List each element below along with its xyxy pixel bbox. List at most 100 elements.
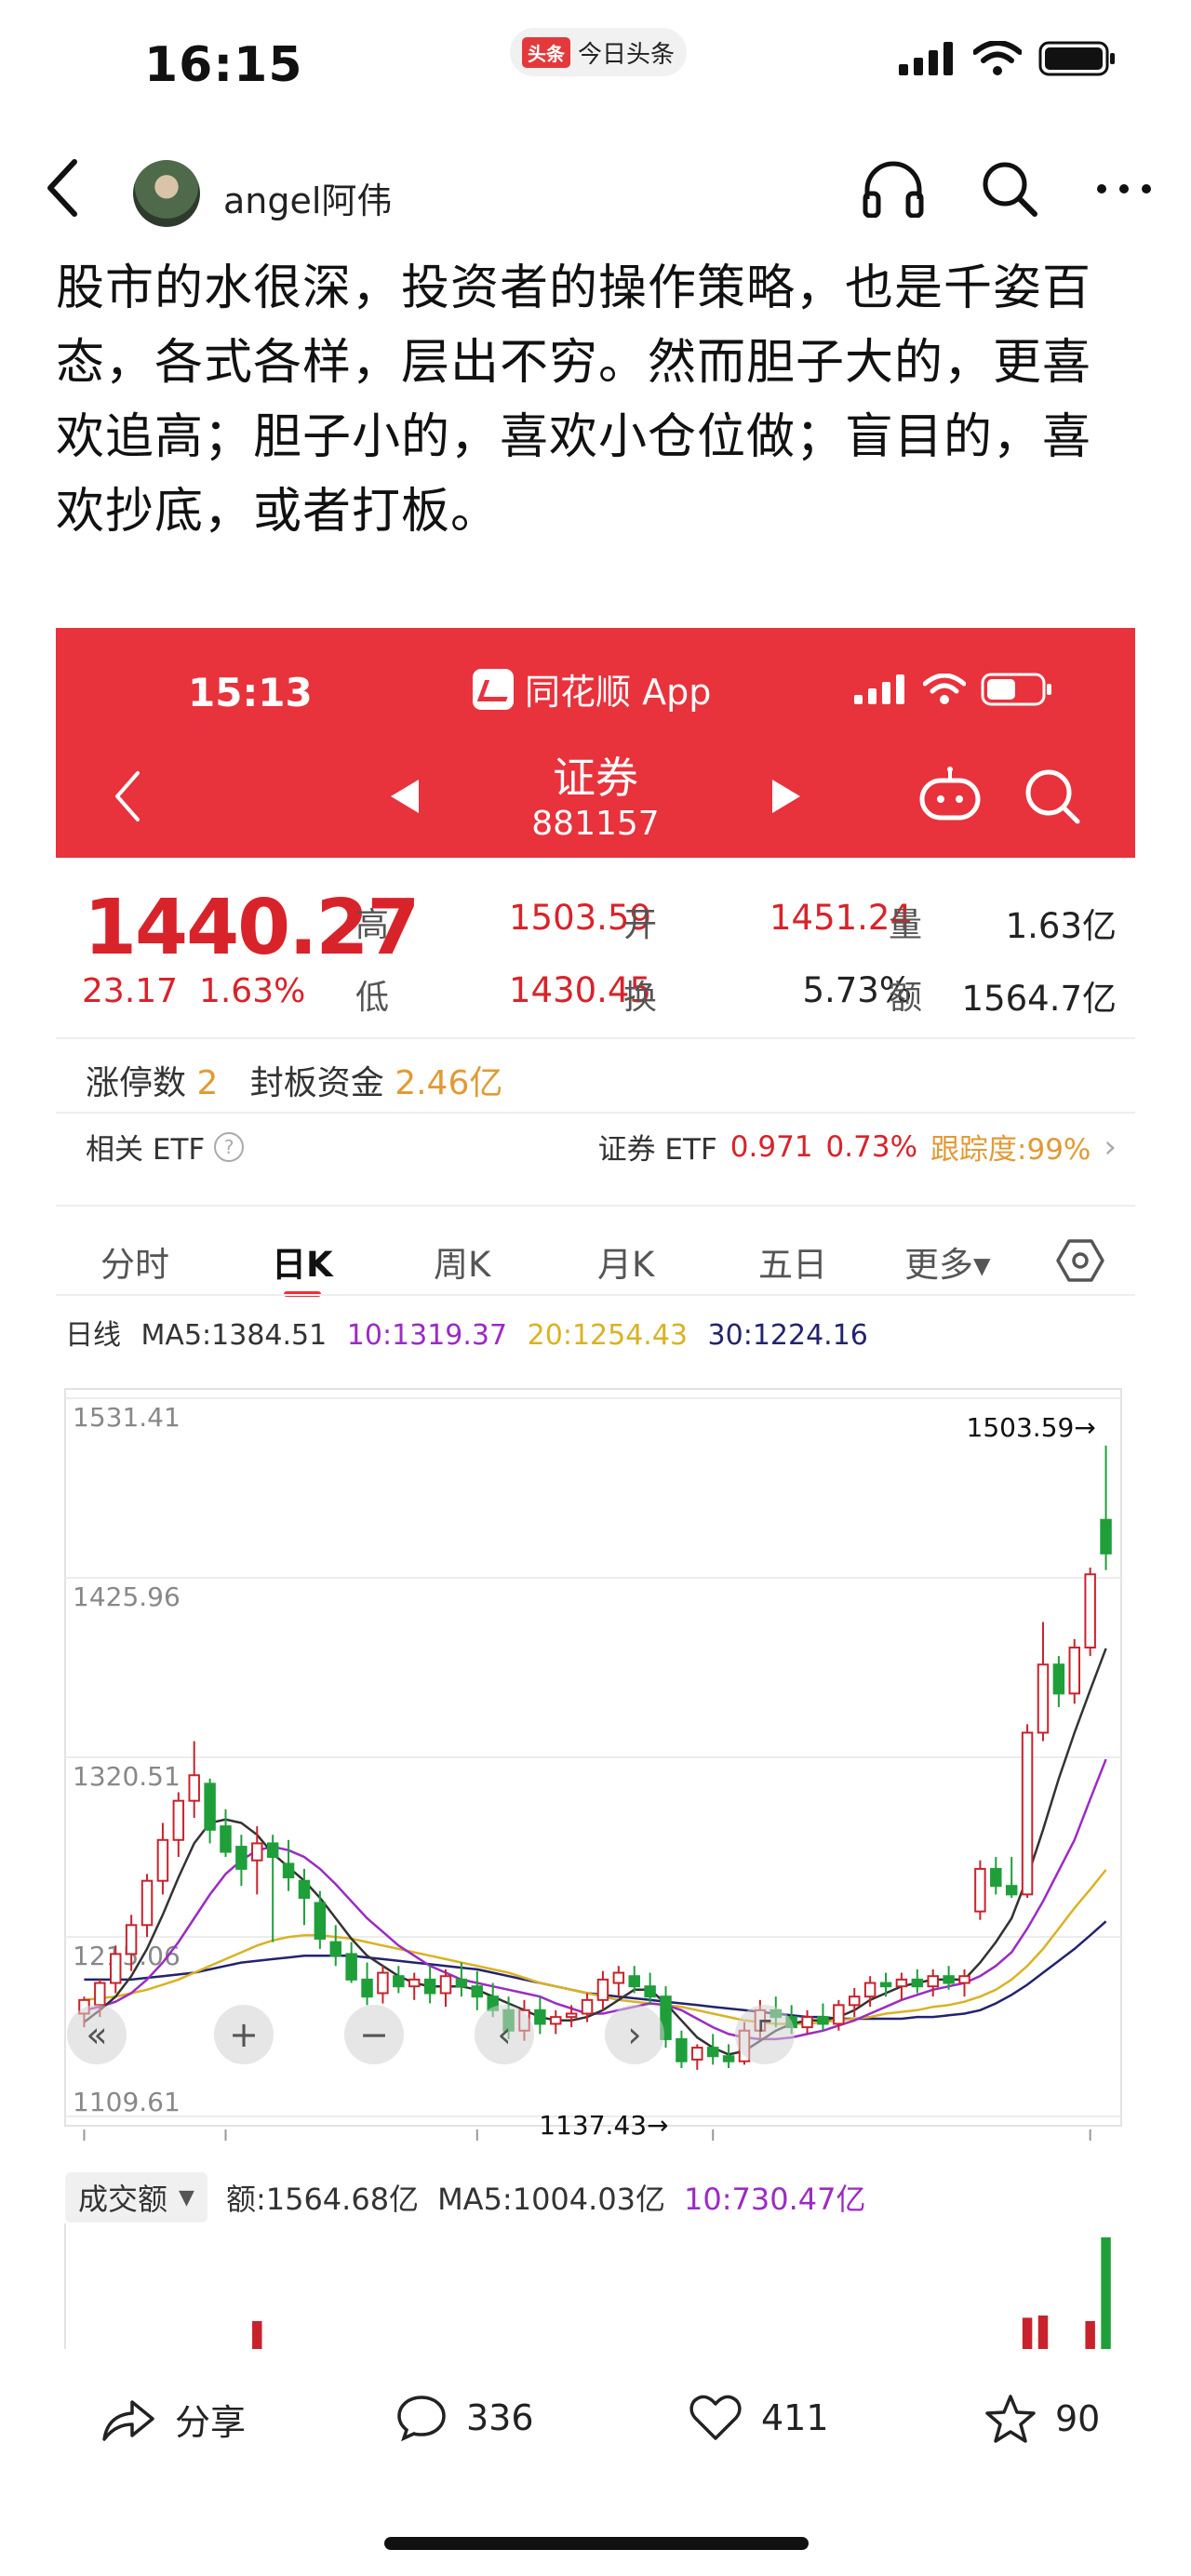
candle-body [439, 1975, 452, 1995]
candle-body [172, 1799, 185, 1841]
candle-body [927, 1975, 939, 1988]
turnover-label: 换 [623, 979, 658, 1017]
candle-body [911, 1978, 924, 1988]
candle-body [204, 1782, 216, 1831]
heart-icon [689, 2395, 742, 2440]
comment-button[interactable]: 336 [395, 2394, 534, 2442]
volume-ma5: MA5:1004.03亿 [437, 2182, 666, 2217]
x-tick-label: 08-04 [1053, 2159, 1129, 2163]
etf-info[interactable]: 证券 ETF 0.971 0.73% 跟踪度:99% › [598, 1126, 1117, 1168]
signal-icon [899, 42, 953, 75]
candle-body [1005, 1885, 1018, 1896]
candle-body [833, 2004, 845, 2025]
search-icon[interactable] [981, 160, 1038, 218]
tab-weekly-k[interactable]: 周K [434, 1236, 490, 1287]
tab-daily-k[interactable]: 日K [272, 1236, 333, 1287]
candle-body [361, 1978, 373, 1998]
embedded-screenshot[interactable]: 15:13 同花顺 App 证券 881157 1440.27 23.17 1.… [56, 628, 1135, 2349]
prev-stock-icon[interactable] [391, 780, 419, 813]
ma10-line [84, 1758, 1107, 2041]
app-header: 15:13 同花顺 App 证券 881157 [56, 628, 1135, 858]
app-name-label: 同花顺 App [525, 672, 712, 713]
home-indicator[interactable] [384, 2537, 809, 2550]
divider [56, 1294, 1135, 1296]
y-tick-label: 1320.51 [73, 1761, 181, 1792]
amount-value: 1564.7亿 [961, 979, 1117, 1019]
y-tick-label: 1109.61 [73, 2087, 181, 2117]
candle-body [125, 1924, 138, 1955]
candle-body [817, 2016, 829, 2025]
open-label: 开 [623, 906, 658, 944]
zoom-out-icon[interactable]: − [344, 2005, 404, 2064]
change-abs: 23.17 [82, 972, 179, 1010]
search-icon[interactable] [1024, 767, 1081, 825]
candle-body [596, 1978, 609, 2001]
robot-icon[interactable] [917, 766, 984, 823]
max-annotation: 1503.59→ [967, 1412, 1096, 1443]
divider [56, 1037, 1135, 1039]
tab-five-day[interactable]: 五日 [758, 1236, 827, 1287]
more-icon[interactable] [1094, 180, 1154, 198]
candle-body [581, 1998, 594, 2015]
volume-selector[interactable]: 成交额 ▼ [65, 2172, 207, 2222]
ma20-line [84, 1869, 1107, 2025]
candle-body [534, 2009, 546, 2025]
zoom-in-icon[interactable]: + [214, 2005, 274, 2064]
next-stock-icon[interactable] [772, 780, 800, 813]
candle-body [235, 1846, 248, 1870]
article-line: 态，各式各样，层出不穷。然而胆子大的，更喜 [56, 335, 1092, 391]
candle-body [423, 1978, 436, 1995]
candle-body [377, 1971, 389, 1995]
rewind-icon[interactable]: « [67, 2005, 127, 2064]
tab-more[interactable]: 更多▾ [904, 1236, 991, 1287]
candle-body [94, 1982, 106, 2007]
ths-logo-icon [473, 668, 514, 710]
share-icon [102, 2399, 154, 2441]
tab-monthly-k[interactable]: 月K [597, 1236, 654, 1287]
back-icon[interactable] [112, 769, 143, 823]
candle-body [895, 1978, 908, 1988]
candle-body [282, 1862, 295, 1879]
stock-code: 881157 [531, 805, 660, 843]
username[interactable]: angel阿伟 [223, 172, 392, 223]
candle-body [1068, 1646, 1081, 1695]
help-icon[interactable]: ? [214, 1131, 245, 1162]
app-status-icons [854, 673, 1053, 706]
share-button[interactable]: 分享 [100, 2394, 246, 2445]
share-label: 分享 [175, 2402, 247, 2443]
etf-pct: 0.73% [825, 1129, 918, 1164]
pan-right-icon[interactable]: › [605, 2005, 664, 2064]
candle-body [706, 2047, 719, 2058]
favorite-button[interactable]: 90 [984, 2394, 1100, 2444]
wifi-icon [973, 41, 1022, 75]
candle-body [266, 1842, 279, 1859]
candle-body [644, 1985, 656, 1998]
etf-row[interactable]: 相关 ETF ? [86, 1126, 245, 1168]
chevron-right-icon[interactable]: › [1104, 1128, 1117, 1166]
candle-body [974, 1867, 986, 1913]
pan-left-icon[interactable]: ‹ [475, 2005, 534, 2064]
toutiao-badge: 头条 [521, 36, 570, 68]
candle-body [612, 1971, 625, 1984]
candle-body [141, 1879, 154, 1927]
volume-chart [64, 2223, 1111, 2349]
candle-body [188, 1774, 200, 1802]
fullscreen-icon[interactable]: ⌜ [735, 2005, 795, 2064]
toutiao-pill[interactable]: 头条 今日头条 [510, 28, 687, 76]
divider [56, 1112, 1135, 1114]
avatar[interactable] [133, 160, 200, 227]
candle-body [1084, 1573, 1096, 1648]
back-icon[interactable] [45, 158, 82, 218]
wifi-icon [923, 674, 966, 704]
volume-bar [1101, 2237, 1111, 2349]
headphones-icon[interactable] [862, 160, 925, 218]
limit-up-row: 涨停数 2 封板资金 2.46亿 [86, 1056, 502, 1104]
volume-selector-label: 成交额 [78, 2182, 168, 2217]
like-count: 411 [761, 2397, 829, 2438]
like-button[interactable]: 411 [689, 2394, 829, 2442]
candle-body [329, 1941, 341, 1957]
tab-intraday[interactable]: 分时 [100, 1236, 169, 1287]
candle-body [220, 1825, 232, 1853]
settings-icon[interactable] [1056, 1238, 1104, 1283]
volume-bar [1022, 2317, 1033, 2349]
